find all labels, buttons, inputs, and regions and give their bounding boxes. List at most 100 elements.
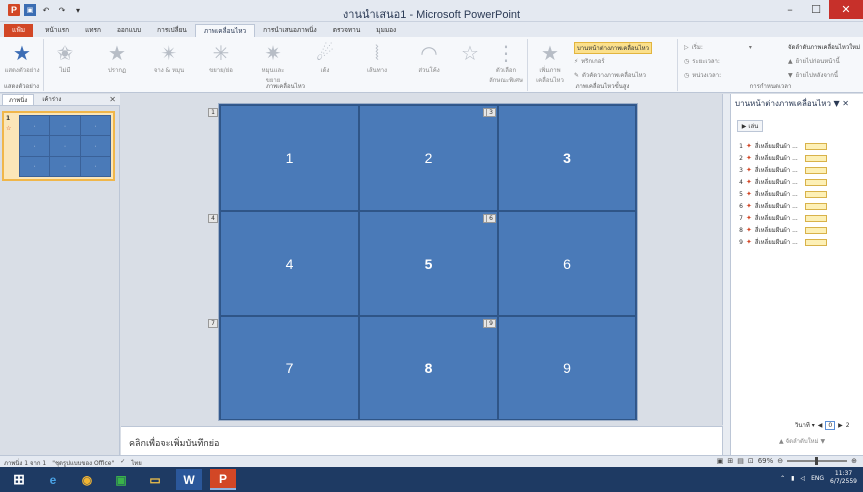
word-icon[interactable]: W (176, 469, 202, 490)
animation-item[interactable]: 8 ✦ สี่เหลี่ยมผืนผ้า ... (737, 225, 827, 235)
reorder-controls[interactable]: ▲ จัดลำดับใหม่ ▼ (779, 436, 825, 446)
animation-tag[interactable]: 7 (208, 319, 218, 328)
sorter-view-icon[interactable]: ⊞ (727, 457, 733, 465)
animation-item[interactable]: 3 ✦ สี่เหลี่ยมผืนผ้า ... (737, 165, 827, 175)
cell-8[interactable]: 88 (359, 316, 498, 420)
timeline-left-icon[interactable]: ◀ (818, 422, 823, 429)
effect-spin-grow[interactable]: ✷ หมุนและขยาย (256, 41, 290, 85)
slideshow-view-icon[interactable]: ⊡ (748, 457, 754, 465)
timing-bar[interactable] (804, 154, 827, 162)
tab-view[interactable]: มุมมอง (368, 24, 404, 37)
delay-field[interactable]: ◷ หน่วงเวลา: (684, 70, 721, 80)
minimize-button[interactable]: – (777, 0, 803, 19)
tab-design[interactable]: ออกแบบ (109, 24, 149, 37)
animation-tag[interactable]: 4 (208, 214, 218, 223)
timing-bar[interactable] (804, 142, 827, 150)
slide[interactable]: 11 22 33 44 55 66 77 88 99 (208, 104, 637, 420)
file-explorer-icon[interactable]: ▭ (142, 469, 168, 490)
reading-view-icon[interactable]: ▤ (737, 457, 744, 465)
tab-home[interactable]: หน้าแรก (37, 24, 77, 37)
windows-start-icon[interactable]: ⊞ (6, 469, 32, 490)
cell-9[interactable]: 99 (486, 316, 636, 420)
trigger-button[interactable]: ⚡ ทริกเกอร์ (574, 56, 605, 66)
language-tray[interactable]: ENG (811, 475, 824, 482)
animation-pane-button[interactable]: บานหน้าต่างภาพเคลื่อนไหว (574, 42, 652, 54)
timing-bar[interactable] (804, 226, 827, 234)
clock[interactable]: 11:37 6/7/2559 (830, 470, 857, 486)
seconds-dropdown[interactable]: วินาที ▾ (795, 420, 815, 430)
tab-review[interactable]: ตรวจทาน (325, 24, 369, 37)
effect-grow-shrink[interactable]: ✳ ขยาย/ย่อ (204, 41, 238, 75)
animation-tag[interactable]: 9 (486, 319, 496, 328)
powerpoint-icon[interactable]: P (210, 469, 236, 490)
cell-4[interactable]: 44 (208, 211, 359, 316)
tab-animations[interactable]: ภาพเคลื่อนไหว (194, 24, 256, 37)
tab-file[interactable]: แฟ้ม (4, 24, 34, 37)
effect-appear[interactable]: ★ ปรากฏ (100, 41, 134, 75)
up-arrow-icon[interactable]: ▲ (779, 438, 784, 445)
animation-item[interactable]: 4 ✦ สี่เหลี่ยมผืนผ้า ... (737, 177, 827, 187)
tray-arrow-icon[interactable]: ⌃ (780, 475, 785, 482)
panel-close-icon[interactable]: ✕ (109, 95, 116, 104)
animation-item[interactable]: 6 ✦ สี่เหลี่ยมผืนผ้า ... (737, 201, 827, 211)
timeline-right-icon[interactable]: ▶ (838, 422, 843, 429)
effect-bounce[interactable]: ☄ เด้ง (308, 41, 342, 75)
preview-button[interactable]: ★ แสดงตัวอย่าง (4, 41, 40, 75)
zoom-out-icon[interactable]: ⊖ (777, 457, 783, 465)
network-icon[interactable]: ▮ (791, 475, 794, 482)
timing-bar[interactable] (804, 214, 827, 222)
slide-thumbnail[interactable]: 1 ☆ • • • • • • • • • (2, 111, 115, 181)
animation-item[interactable]: 2 ✦ สี่เหลี่ยมผืนผ้า ... (737, 153, 827, 163)
effect-fade-spin[interactable]: ✴ จาง & หมุน (152, 41, 186, 75)
store-icon[interactable]: ▣ (108, 469, 134, 490)
zoom-in-icon[interactable]: ⊕ (851, 457, 857, 465)
animation-tag[interactable]: 6 (486, 214, 496, 223)
effect-lines[interactable]: ⦚ เส้นทาง (360, 41, 394, 75)
zoom-level[interactable]: 69% (758, 457, 774, 465)
zoom-slider[interactable] (787, 457, 848, 465)
timing-bar[interactable] (804, 202, 827, 210)
notes-pane[interactable]: คลิกเพื่อจะเพิ่มบันทึกย่อ (121, 426, 723, 455)
volume-icon[interactable]: ◁ (800, 475, 805, 482)
animation-tag[interactable]: 1 (208, 108, 218, 117)
effect-options-button[interactable]: ⋮ ตัวเลือกลักษณะพิเศษ (486, 41, 526, 85)
animation-pane-title[interactable]: บานหน้าต่างภาพเคลื่อนไหว ▼ ✕ (735, 97, 849, 110)
cell-5[interactable]: 55 (359, 211, 498, 316)
chrome-icon[interactable]: ◉ (74, 469, 100, 490)
tab-transitions[interactable]: การเปลี่ยน (149, 24, 195, 37)
cell-7[interactable]: 77 (208, 316, 359, 420)
maximize-button[interactable]: ☐ (803, 0, 829, 19)
animation-item[interactable]: 5 ✦ สี่เหลี่ยมผืนผ้า ... (737, 189, 827, 199)
duration-field[interactable]: ◷ ระยะเวลา: (684, 56, 720, 66)
zoom-thumb[interactable] (815, 457, 819, 465)
cell-1[interactable]: 11 (208, 105, 359, 211)
animation-painter-button[interactable]: ✎ ตัวคัดวางภาพเคลื่อนไหว (574, 70, 646, 80)
normal-view-icon[interactable]: ▣ (717, 457, 724, 465)
effect-none[interactable]: ✬ ไม่มี (48, 41, 82, 75)
move-earlier-button[interactable]: ▲ ย้ายไปก่อนหน้านี้ (788, 56, 840, 66)
timing-bar[interactable] (804, 166, 827, 174)
tab-slides[interactable]: ภาพนิ่ง (2, 94, 35, 105)
timing-bar[interactable] (804, 178, 827, 186)
start-field[interactable]: ▷ เริ่ม: ▾ (684, 42, 752, 52)
cell-2[interactable]: 22 (359, 105, 498, 211)
effect-gallery-more[interactable]: ☆ (456, 41, 484, 65)
close-button[interactable]: ✕ (829, 0, 863, 19)
play-button[interactable]: ▶ เล่น (737, 120, 763, 132)
timing-bar[interactable] (804, 190, 827, 198)
cell-6[interactable]: 66 (486, 211, 636, 316)
animation-item[interactable]: 1 ✦ สี่เหลี่ยมผืนผ้า ... (737, 141, 827, 151)
tab-insert[interactable]: แทรก (77, 24, 109, 37)
vertical-scrollbar[interactable] (723, 94, 731, 455)
internet-explorer-icon[interactable]: e (40, 469, 66, 490)
add-animation-button[interactable]: ★ เพิ่มภาพเคลื่อนไหว (530, 41, 570, 85)
down-arrow-icon[interactable]: ▼ (820, 438, 825, 445)
effect-arcs[interactable]: ◠ ส่วนโค้ง (412, 41, 446, 75)
animation-item[interactable]: 7 ✦ สี่เหลี่ยมผืนผ้า ... (737, 213, 827, 223)
animation-tag[interactable]: 3 (486, 108, 496, 117)
tab-outline[interactable]: เค้าร่าง (36, 94, 67, 105)
animation-item[interactable]: 9 ✦ สี่เหลี่ยมผืนผ้า ... (737, 237, 827, 247)
tab-slideshow[interactable]: การนำเสนอภาพนิ่ง (255, 24, 325, 37)
move-later-button[interactable]: ▼ ย้ายไปหลังจากนี้ (788, 70, 838, 80)
timing-bar[interactable] (804, 238, 827, 246)
